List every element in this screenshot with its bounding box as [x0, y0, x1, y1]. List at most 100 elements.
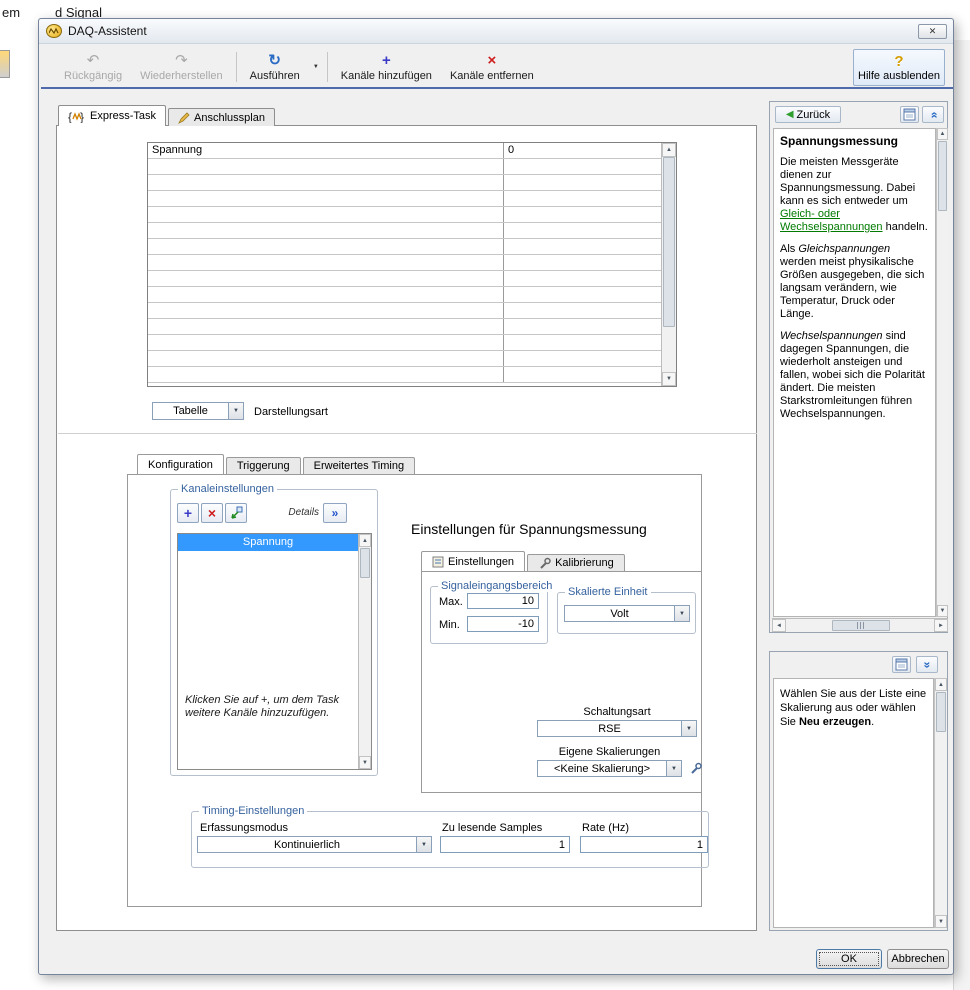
plus-icon: + — [381, 52, 391, 69]
scroll-down-icon[interactable]: ▼ — [935, 915, 947, 928]
table-row — [148, 303, 661, 319]
help-text-italic: Gleichspannungen — [798, 243, 891, 255]
redo-button[interactable]: ↷ Wiederherstellen — [131, 47, 232, 87]
samples-input[interactable] — [440, 836, 570, 853]
table-row — [148, 319, 661, 335]
scroll-up-icon[interactable]: ▲ — [937, 128, 948, 140]
background-scrollbar-fragment — [953, 40, 970, 990]
display-type-dropdown[interactable]: Tabelle ▼ — [152, 402, 244, 420]
scrollbar-thumb[interactable] — [360, 548, 370, 578]
ok-label: OK — [841, 953, 857, 965]
scrollbar-thumb[interactable] — [936, 692, 946, 732]
cancel-button[interactable]: Abbrechen — [887, 949, 949, 969]
help-back-button[interactable]: ◀ Zurück — [775, 106, 841, 123]
signal-input-range-group: Signaleingangsbereich Max. Min. — [430, 580, 556, 644]
add-channels-label: Kanäle hinzufügen — [340, 70, 432, 82]
max-input[interactable] — [467, 593, 539, 609]
daq-assistant-window: DAQ-Assistent ✕ ↶ Rückgängig ↷ Wiederher… — [38, 18, 954, 975]
min-input[interactable] — [467, 616, 539, 632]
edit-scaling-button[interactable] — [686, 760, 704, 777]
hide-help-button[interactable]: ? Hilfe ausblenden — [853, 49, 945, 86]
rate-label: Rate (Hz) — [582, 822, 630, 834]
scrollbar-thumb[interactable] — [663, 157, 675, 327]
table-scrollbar[interactable]: ▲ ▼ — [661, 143, 676, 386]
scroll-down-icon[interactable]: ▼ — [937, 605, 948, 617]
scrollbar-thumb[interactable] — [832, 620, 890, 631]
tab-express-task[interactable]: {} Express-Task — [58, 105, 167, 126]
scaling-wrench-icon — [690, 762, 702, 774]
scroll-left-icon[interactable]: ◄ — [772, 619, 786, 632]
channel-list-item-selected[interactable]: Spannung — [178, 534, 358, 551]
dropdown-arrow-icon[interactable]: ▼ — [674, 606, 689, 621]
min-label: Min. — [439, 619, 460, 631]
tab-kalibrierung-label: Kalibrierung — [555, 557, 614, 569]
dropdown-arrow-icon[interactable]: ▼ — [416, 837, 431, 852]
calibration-wrench-icon — [540, 557, 551, 569]
double-chevron-right-icon: » — [331, 506, 339, 520]
rate-input[interactable] — [580, 836, 708, 853]
main-toolbar: ↶ Rückgängig ↷ Wiederherstellen ↻ Ausfüh… — [41, 45, 953, 89]
acquisition-mode-dropdown[interactable]: Kontinuierlich ▼ — [197, 836, 432, 853]
section-divider — [58, 433, 757, 434]
help-text: werden meist physikalische Größen ausgeg… — [780, 256, 925, 320]
remove-x-icon: × — [487, 52, 497, 69]
table-row — [148, 367, 661, 383]
scaling-help-scrollbar[interactable]: ▲ ▼ — [934, 678, 947, 928]
remove-channels-button[interactable]: × Kanäle entfernen — [441, 47, 543, 87]
help-window-icon — [895, 658, 908, 671]
tab-express-task-label: Express-Task — [90, 110, 157, 122]
undo-label: Rückgängig — [64, 70, 123, 82]
help-panel-top: ◀ Zurück » Spannungsmessung Die meisten … — [769, 101, 948, 633]
scaled-unit-dropdown[interactable]: Volt ▼ — [564, 605, 690, 622]
tab-anschlussplan[interactable]: Anschlussplan — [168, 108, 275, 126]
add-channel-button[interactable]: + — [177, 503, 199, 523]
undo-button[interactable]: ↶ Rückgängig — [55, 47, 131, 87]
scroll-down-icon[interactable]: ▼ — [359, 756, 371, 769]
change-physical-channel-button[interactable] — [225, 503, 247, 523]
daq-assistant-icon — [46, 24, 62, 38]
dropdown-arrow-icon[interactable]: ▼ — [681, 721, 696, 736]
scroll-down-icon[interactable]: ▼ — [662, 372, 676, 386]
help-vertical-scrollbar[interactable]: ▲ ▼ — [936, 128, 948, 617]
scaling-help-content: Wählen Sie aus der Liste eine Skalierung… — [773, 678, 934, 928]
tab-konfiguration[interactable]: Konfiguration — [137, 454, 224, 474]
terminal-config-dropdown[interactable]: RSE ▼ — [537, 720, 697, 737]
help-horizontal-scrollbar[interactable]: ◄ ► — [772, 618, 948, 632]
help-collapse-button[interactable]: » — [922, 106, 944, 123]
tab-konfiguration-label: Konfiguration — [148, 458, 213, 471]
details-button[interactable]: » — [323, 503, 347, 523]
scroll-right-icon[interactable]: ► — [934, 619, 948, 632]
run-dropdown-arrow[interactable]: ▼ — [309, 47, 323, 87]
tab-erweitertes-timing[interactable]: Erweitertes Timing — [302, 457, 416, 474]
channel-list-scrollbar[interactable]: ▲ ▼ — [358, 534, 371, 769]
ok-button[interactable]: OK — [816, 949, 882, 969]
scrollbar-thumb[interactable] — [938, 141, 947, 211]
run-label: Ausführen — [249, 70, 300, 82]
scroll-up-icon[interactable]: ▲ — [935, 678, 947, 691]
run-button[interactable]: ↻ Ausführen — [241, 47, 309, 87]
tab-triggerung[interactable]: Triggerung — [225, 457, 301, 474]
help-question-icon: ? — [894, 53, 904, 70]
help-expand-button[interactable]: » — [916, 656, 938, 673]
help-window-icon — [903, 108, 916, 121]
tab-kalibrierung[interactable]: Kalibrierung — [527, 554, 625, 571]
help-link-voltage-types[interactable]: Gleich- oder Wechselspannungen — [780, 208, 883, 233]
add-channels-button[interactable]: + Kanäle hinzufügen — [332, 47, 441, 87]
terminal-config-value: RSE — [598, 723, 621, 735]
einstellungen-panel: Signaleingangsbereich Max. Min. Skaliert… — [421, 571, 702, 793]
tab-einstellungen[interactable]: Einstellungen — [421, 551, 526, 571]
scroll-up-icon[interactable]: ▲ — [359, 534, 371, 547]
dropdown-arrow-icon[interactable]: ▼ — [228, 403, 243, 419]
delete-channel-button[interactable]: × — [201, 503, 223, 523]
table-row — [148, 175, 661, 191]
measurement-settings-title: Einstellungen für Spannungsmessung — [411, 521, 647, 537]
background-text-fragment: em — [2, 5, 21, 20]
help-locate-button[interactable] — [892, 656, 911, 673]
help-text: Als — [780, 243, 799, 255]
help-locate-button[interactable] — [900, 106, 919, 123]
dropdown-arrow-icon[interactable]: ▼ — [666, 761, 681, 776]
custom-scaling-dropdown[interactable]: <Keine Skalierung> ▼ — [537, 760, 682, 777]
scroll-up-icon[interactable]: ▲ — [662, 143, 676, 157]
close-button[interactable]: ✕ — [918, 24, 947, 39]
help-title: Spannungsmessung — [780, 134, 899, 148]
